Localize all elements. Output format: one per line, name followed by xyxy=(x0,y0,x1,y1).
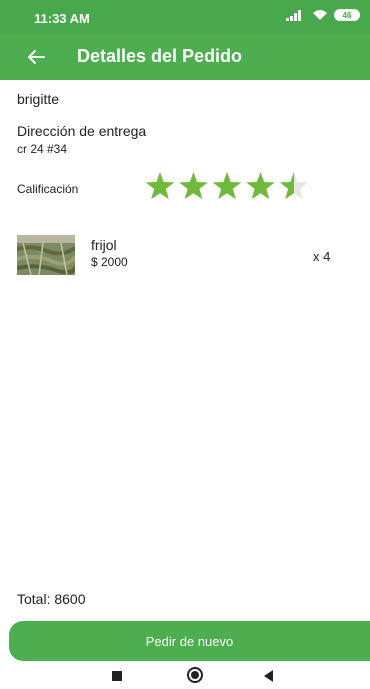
product-quantity: x 4 xyxy=(313,249,331,264)
star-icon[interactable] xyxy=(179,172,208,200)
signal-icon xyxy=(286,9,306,21)
page-title: Detalles del Pedido xyxy=(77,46,243,66)
delivery-address-label: Dirección de entrega xyxy=(17,123,147,139)
navigation-bar xyxy=(0,664,370,689)
battery-icon: 46 xyxy=(334,9,360,21)
product-name: frijol xyxy=(91,237,117,253)
order-total: Total: 8600 xyxy=(17,591,86,607)
product-price: $ 2000 xyxy=(91,255,128,269)
status-icons: 46 xyxy=(286,9,360,21)
rating-label: Calificación xyxy=(17,182,79,196)
triangle-back-icon[interactable] xyxy=(264,670,273,682)
product-image xyxy=(17,235,75,275)
customer-name: brigitte xyxy=(17,91,60,107)
wifi-icon xyxy=(313,10,327,20)
reorder-button[interactable]: Pedir de nuevo xyxy=(9,621,370,661)
list-item: frijol $ 2000 x 4 xyxy=(0,228,370,284)
star-icon[interactable] xyxy=(246,172,275,200)
delivery-address: cr 24 #34 xyxy=(17,142,68,156)
app-bar: Detalles del Pedido xyxy=(0,34,370,80)
status-time: 11:33 AM xyxy=(34,11,90,26)
arrow-left-icon[interactable] xyxy=(22,44,50,70)
status-bar: 11:33 AM 46 xyxy=(0,0,370,34)
circle-icon[interactable] xyxy=(187,667,203,683)
square-icon[interactable] xyxy=(112,671,122,681)
star-rating[interactable] xyxy=(145,171,315,203)
star-icon[interactable] xyxy=(145,172,175,200)
star-icon[interactable] xyxy=(212,172,242,200)
star-icon[interactable] xyxy=(279,172,309,200)
